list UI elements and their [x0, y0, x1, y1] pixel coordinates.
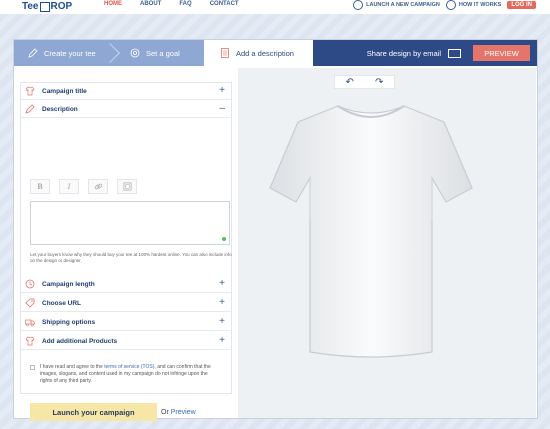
image-button[interactable] — [117, 179, 137, 194]
choose-url-label: Choose URL — [42, 299, 81, 307]
status-dot-icon — [222, 237, 226, 241]
terms-link[interactable]: terms of service (TOS) — [104, 364, 154, 370]
section-add-products[interactable]: Add additional Products + — [21, 333, 231, 350]
document-icon — [221, 48, 229, 58]
or-label: Or — [161, 408, 169, 416]
shipping-options-label: Shipping options — [42, 318, 96, 326]
bold-button[interactable]: B — [30, 179, 50, 194]
mail-icon[interactable] — [448, 48, 461, 58]
tshirt-icon — [25, 336, 35, 346]
question-icon — [445, 0, 456, 10]
redo-button[interactable]: ↷ — [375, 77, 383, 88]
pencil-icon — [28, 48, 38, 58]
truck-icon — [25, 319, 35, 327]
share-email-link[interactable]: Share design by email — [367, 49, 441, 58]
nav-home[interactable]: HOME — [104, 0, 122, 7]
link-button[interactable] — [88, 179, 108, 194]
design-canvas: ↶ ↷ — [238, 68, 536, 418]
how-it-works-link[interactable]: HOW IT WORKS — [445, 0, 502, 10]
details-panel: Campaign title + Description – B I Let y… — [20, 82, 232, 421]
step-set-goal-label: Set a goal — [146, 48, 180, 58]
expand-icon[interactable]: + — [219, 335, 225, 346]
description-label: Description — [42, 105, 78, 113]
terms-agreement: I have read and agree to the terms of se… — [30, 364, 220, 385]
campaign-editor: Create your tee Set a goal Add a descrip… — [13, 39, 538, 421]
section-campaign-length[interactable]: Campaign length + — [21, 276, 231, 293]
terms-checkbox[interactable] — [30, 365, 35, 370]
login-button[interactable]: LOG IN — [507, 1, 536, 9]
how-it-works-label: HOW IT WORKS — [458, 2, 502, 8]
section-choose-url[interactable]: Choose URL + — [21, 295, 231, 312]
tshirt-icon — [25, 86, 35, 96]
description-textarea[interactable] — [30, 201, 230, 245]
logo-left: Tee — [22, 1, 39, 12]
italic-button[interactable]: I — [59, 179, 79, 194]
section-description[interactable]: Description – — [21, 101, 231, 118]
rocket-icon — [353, 0, 364, 10]
expand-icon[interactable]: + — [219, 278, 225, 289]
description-help: Let your buyers know why they should buy… — [30, 252, 232, 263]
text-toolbar: B I — [30, 179, 137, 194]
launch-campaign-button[interactable]: Launch your campaign — [30, 403, 157, 421]
step-add-description-label: Add a description — [236, 48, 294, 58]
collapse-icon[interactable]: – — [219, 103, 225, 114]
section-campaign-title[interactable]: Campaign title + — [21, 83, 231, 100]
top-links: LAUNCH A NEW CAMPAIGN HOW IT WORKS LOG I… — [347, 0, 536, 10]
tshirt-mockup — [269, 105, 473, 358]
logo-right: ROP — [50, 1, 73, 12]
top-header: Tee ROP HOME ABOUT FAQ CONTACT LAUNCH A … — [0, 0, 550, 14]
logo[interactable]: Tee ROP — [22, 0, 72, 13]
or-preview: Or Preview — [161, 409, 196, 416]
clock-icon — [25, 279, 35, 289]
share-area: Share design by email PREVIEW — [313, 40, 537, 66]
image-icon — [123, 182, 131, 191]
target-icon — [130, 48, 140, 58]
preview-link[interactable]: Preview — [171, 409, 196, 416]
terms-text-pre: I have read and agree to the — [40, 364, 105, 370]
campaign-length-label: Campaign length — [42, 280, 95, 288]
expand-icon[interactable]: + — [219, 297, 225, 308]
expand-icon[interactable]: + — [219, 316, 225, 327]
launch-campaign-label: LAUNCH A NEW CAMPAIGN — [366, 2, 440, 8]
nav-contact[interactable]: CONTACT — [210, 0, 239, 7]
link-icon — [94, 183, 102, 190]
campaign-title-label: Campaign title — [42, 87, 87, 95]
preview-button[interactable]: PREVIEW — [473, 45, 530, 61]
step-create-tee[interactable]: Create your tee — [14, 40, 120, 66]
launch-row: Launch your campaign Or Preview — [30, 403, 196, 421]
nav-faq[interactable]: FAQ — [179, 0, 191, 7]
launch-campaign-link[interactable]: LAUNCH A NEW CAMPAIGN — [353, 0, 440, 10]
add-products-label: Add additional Products — [42, 337, 118, 345]
step-set-goal[interactable]: Set a goal — [110, 40, 204, 66]
section-shipping-options[interactable]: Shipping options + — [21, 314, 231, 331]
step-bar: Create your tee Set a goal Add a descrip… — [14, 40, 537, 66]
nav-about[interactable]: ABOUT — [140, 0, 161, 7]
logo-mark-icon — [39, 1, 50, 12]
main-nav: HOME ABOUT FAQ CONTACT — [104, 0, 257, 7]
step-add-description[interactable]: Add a description — [204, 40, 313, 66]
undo-redo-controls: ↶ ↷ — [334, 75, 395, 89]
step-create-tee-label: Create your tee — [44, 48, 96, 58]
expand-icon[interactable]: + — [219, 85, 225, 96]
pen-icon — [25, 104, 35, 114]
tag-icon — [25, 298, 35, 308]
undo-button[interactable]: ↶ — [346, 77, 354, 88]
